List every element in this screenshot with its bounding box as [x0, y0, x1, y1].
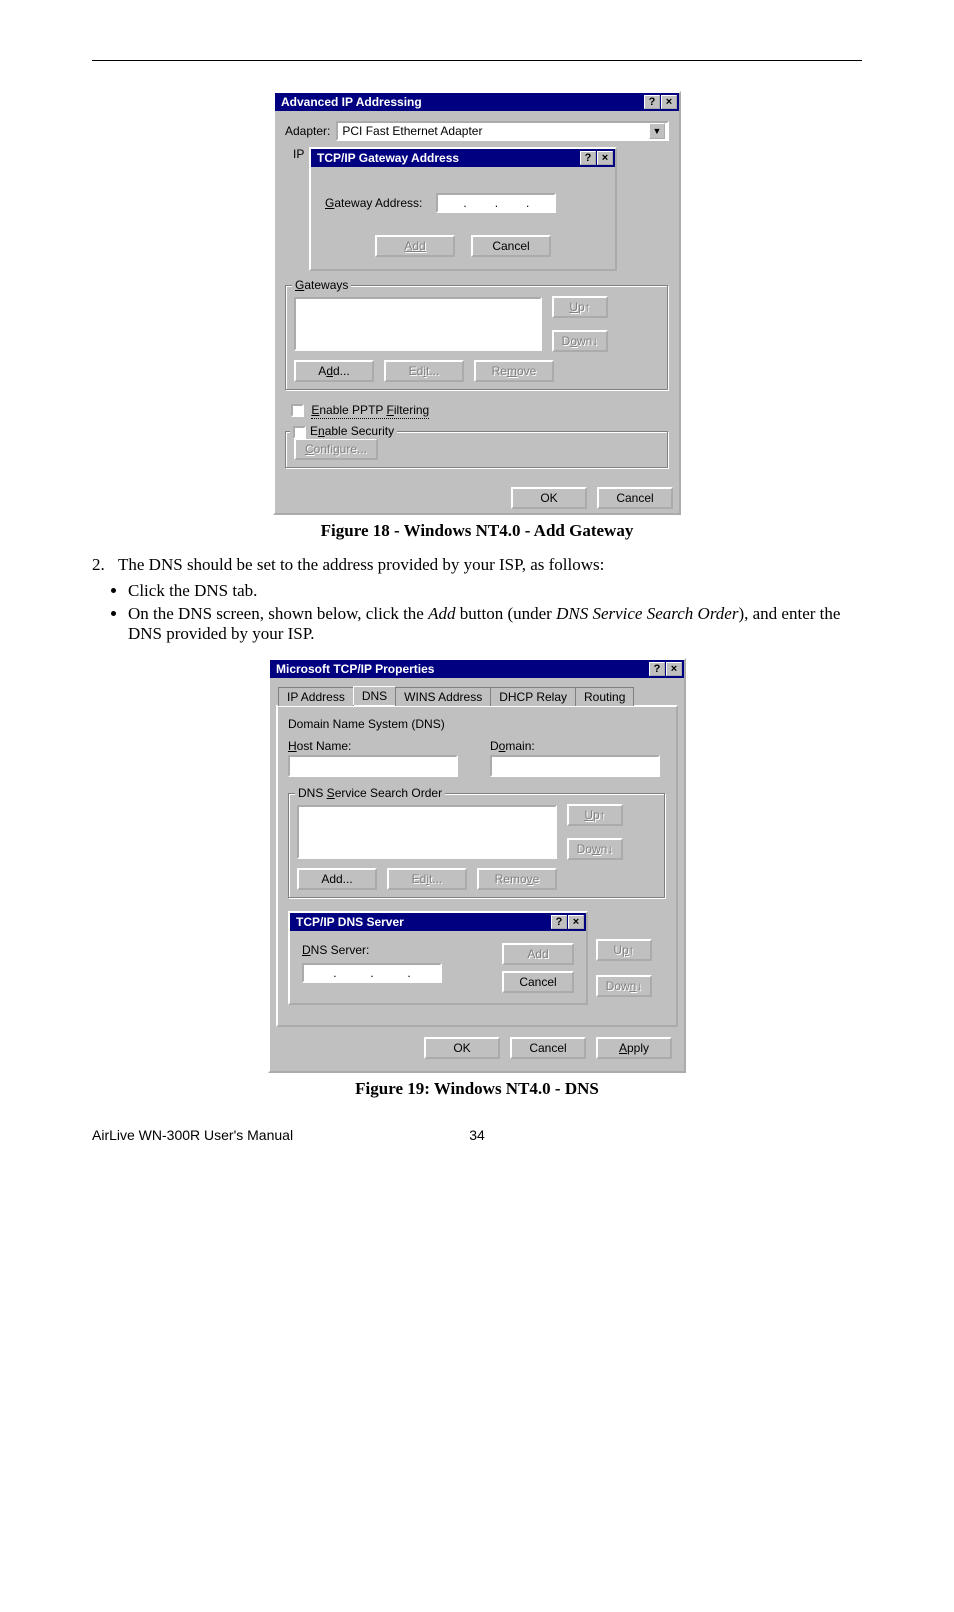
gateways-listbox[interactable] [294, 297, 542, 351]
remove-button[interactable]: Remove [477, 868, 557, 890]
figure-18-caption: Figure 18 - Windows NT4.0 - Add Gateway [92, 521, 862, 541]
tab-dhcp-relay[interactable]: DHCP Relay [490, 687, 576, 706]
help-icon[interactable]: ? [551, 915, 567, 929]
dns-server-label: DNS Server: [302, 943, 442, 957]
page-rule [92, 60, 862, 61]
window-title: Advanced IP Addressing [281, 95, 643, 109]
cancel-button[interactable]: Cancel [597, 487, 673, 509]
page-number: 34 [447, 1127, 507, 1143]
bullet-dns-screen: On the DNS screen, shown below, click th… [128, 604, 862, 644]
list-number: 2. [92, 555, 118, 575]
adapter-row: Adapter: PCI Fast Ethernet Adapter ▼ [285, 121, 669, 141]
cancel-button[interactable]: Cancel [471, 235, 551, 257]
tab-routing[interactable]: Routing [575, 687, 634, 706]
dns-tab-panel: Domain Name System (DNS) Host Name: Host… [276, 705, 678, 1027]
dns-group-label: Domain Name System (DNS) [288, 717, 666, 731]
domain-label: Domain: [490, 739, 666, 753]
ok-button[interactable]: OK [424, 1037, 500, 1059]
inner-title-bar: TCP/IP Gateway Address ? × [311, 149, 615, 167]
inner-window-title: TCP/IP DNS Server [296, 915, 550, 929]
gateway-address-label: Gateway Address: [325, 196, 422, 210]
figure-19-wrap: Microsoft TCP/IP Properties ? × IP Addre… [92, 658, 862, 1073]
service-listbox[interactable] [297, 805, 557, 859]
step-2-row: 2. The DNS should be set to the address … [92, 555, 862, 575]
tab-ip-address[interactable]: IP Address [278, 687, 354, 706]
gateways-legend: Gateways [292, 278, 351, 292]
ip-group-label: IP [291, 147, 306, 161]
page-footer: AirLive WN-300R User's Manual 34 [92, 1127, 862, 1143]
security-legend: Enable Security [290, 424, 397, 438]
help-icon[interactable]: ? [644, 95, 660, 109]
host-name-input[interactable] [288, 755, 458, 777]
security-group: Enable Security Enable Security Configur… [285, 431, 669, 469]
inner-window-title: TCP/IP Gateway Address [317, 151, 579, 165]
pptp-row: Enable PPTP Filtering Enable PPTP Filter… [285, 403, 669, 417]
gateways-group: Gateways Gateways Up↑ Up↑ Down↓ Down↓ Ad… [285, 285, 669, 391]
help-icon[interactable]: ? [649, 662, 665, 676]
add-button[interactable]: Add... [297, 868, 377, 890]
inner-cancel-button[interactable]: Cancel [502, 971, 574, 993]
window-title: Microsoft TCP/IP Properties [276, 662, 648, 676]
down-button[interactable]: Down↓ [552, 330, 608, 352]
manual-title: AirLive WN-300R User's Manual [92, 1127, 447, 1143]
domain-input[interactable] [490, 755, 660, 777]
host-name-label: Host Name: [288, 739, 464, 753]
add-button[interactable]: Add... [294, 360, 374, 382]
inner-add-button[interactable]: Add [502, 943, 574, 965]
up-button[interactable]: Up↑ [552, 296, 608, 318]
close-icon[interactable]: × [666, 662, 682, 676]
figure-19-caption: Figure 19: Windows NT4.0 - DNS [92, 1079, 862, 1099]
ok-button[interactable]: OK [511, 487, 587, 509]
security-checkbox[interactable] [293, 426, 306, 439]
dns-server-ip-input[interactable]: . . . [302, 963, 442, 983]
dns-service-search-group: DNS Service Search Order DNS Service Sea… [288, 793, 666, 899]
pptp-label: Enable PPTP Filtering [311, 403, 429, 419]
edit-button[interactable]: Edit... [387, 868, 467, 890]
service-legend: DNS Service Search Order [295, 786, 445, 800]
down-button[interactable]: Down↓ [567, 838, 623, 860]
advanced-ip-addressing-window: Advanced IP Addressing ? × Adapter: PCI … [273, 91, 681, 515]
figure-18-wrap: Advanced IP Addressing ? × Adapter: PCI … [92, 91, 862, 515]
inner-title-bar: TCP/IP DNS Server ? × [290, 913, 586, 931]
remove-button[interactable]: Remove [474, 360, 554, 382]
step-2-bullets: Click the DNS tab. On the DNS screen, sh… [128, 581, 862, 644]
close-icon[interactable]: × [568, 915, 584, 929]
configure-button[interactable]: Configure... [294, 438, 378, 460]
bullet-click-dns: Click the DNS tab. [128, 581, 862, 601]
chevron-down-icon[interactable]: ▼ [649, 123, 665, 139]
title-bar: Microsoft TCP/IP Properties ? × [270, 660, 684, 678]
tcpip-properties-window: Microsoft TCP/IP Properties ? × IP Addre… [268, 658, 686, 1073]
close-icon[interactable]: × [661, 95, 677, 109]
tab-dns[interactable]: DNS [353, 686, 396, 705]
edit-button[interactable]: Edit... [384, 360, 464, 382]
adapter-value: PCI Fast Ethernet Adapter [342, 124, 482, 138]
tcp-ip-dns-server-dialog: TCP/IP DNS Server ? × DNS Server: DNS Se… [288, 911, 588, 1005]
up-button[interactable]: Up↑ [596, 939, 652, 961]
gateway-ip-input[interactable]: . . . [436, 193, 556, 213]
up-button[interactable]: Up↑ [567, 804, 623, 826]
down-button[interactable]: Down↓ [596, 975, 652, 997]
step-2-text: The DNS should be set to the address pro… [118, 555, 862, 575]
tab-strip: IP Address DNS WINS Address DHCP Relay R… [276, 686, 678, 705]
cancel-button[interactable]: Cancel [510, 1037, 586, 1059]
adapter-label: Adapter: [285, 124, 330, 138]
add-button[interactable]: Add [375, 235, 455, 257]
close-icon[interactable]: × [597, 151, 613, 165]
adapter-dropdown[interactable]: PCI Fast Ethernet Adapter ▼ [336, 121, 669, 141]
tcp-ip-gateway-dialog: TCP/IP Gateway Address ? × Gateway Addre… [309, 147, 617, 271]
tab-wins-address[interactable]: WINS Address [395, 687, 491, 706]
apply-button[interactable]: Apply [596, 1037, 672, 1059]
pptp-checkbox[interactable] [291, 404, 304, 417]
help-icon[interactable]: ? [580, 151, 596, 165]
title-bar: Advanced IP Addressing ? × [275, 93, 679, 111]
